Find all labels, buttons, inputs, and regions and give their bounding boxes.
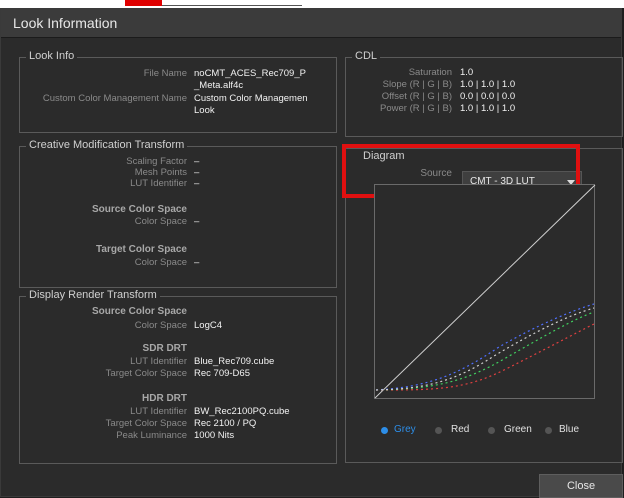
drt-title: Display Render Transform [26,289,160,301]
cdl-title: CDL [352,50,381,62]
offset-label: Offset (R | G | B) [381,91,452,102]
peak-luminance-label: Peak Luminance [116,430,187,441]
sdr-lut-label: LUT Identifier [130,356,187,367]
close-button[interactable]: Close [539,474,623,498]
cmt-target-heading: Target Color Space [96,244,187,255]
offset-value: 0.0 | 0.0 | 0.0 [460,91,516,102]
title-bar: Look Information [1,9,621,38]
hdr-target-value: Rec 2100 / PQ [194,418,257,429]
look-info-title: Look Info [26,50,78,62]
lut-identifier-value: – [194,178,200,189]
cmt-title: Creative Modification Transform [26,139,188,151]
drt-source-cs-value: LogC4 [194,320,222,331]
mesh-points-value: – [194,167,200,178]
hdr-target-label: Target Color Space [105,418,187,429]
cmt-source-cs-value: – [194,216,200,227]
drt-source-heading: Source Color Space [91,306,187,317]
file-name-label: File Name [143,68,187,79]
sdr-lut-value: Blue_Rec709.cube [194,356,275,367]
hdr-drt-heading: HDR DRT [142,393,187,404]
cmt-target-cs-label: Color Space [134,257,187,268]
ccm-value: Custom Color Managemen [194,93,308,104]
peak-luminance-value: 1000 Nits [194,430,235,441]
top-strip [0,0,624,8]
radio-grey-label: Grey [394,424,416,435]
slope-label: Slope (R | G | B) [382,79,452,90]
power-value: 1.0 | 1.0 | 1.0 [460,103,516,114]
ccm-value-cont: Look [194,105,215,116]
slope-value: 1.0 | 1.0 | 1.0 [460,79,516,90]
power-label: Power (R | G | B) [380,103,452,114]
hdr-lut-label: LUT Identifier [130,406,187,417]
radio-red-label: Red [451,424,470,435]
file-name-value: noCMT_ACES_Rec709_P [194,68,306,79]
radio-grey[interactable] [381,427,388,434]
red-marker [125,0,162,6]
saturation-label: Saturation [408,67,452,78]
cmt-target-cs-value: – [194,257,200,268]
hdr-lut-value: BW_Rec2100PQ.cube [194,406,290,417]
radio-green[interactable] [488,427,495,434]
underline [162,5,302,6]
sdr-target-value: Rec 709-D65 [194,368,250,379]
mesh-points-label: Mesh Points [134,167,187,178]
drt-source-cs-label: Color Space [134,320,187,331]
sdr-target-label: Target Color Space [105,368,187,379]
curve-plot [374,184,596,399]
scaling-factor-value: – [194,156,200,167]
look-information-dialog: Look Information Look Info File Name noC… [0,8,623,498]
saturation-value: 1.0 [460,67,474,78]
lut-identifier-label: LUT Identifier [130,178,187,189]
ccm-label: Custom Color Management Name [42,93,187,104]
radio-blue-label: Blue [559,424,580,435]
cmt-source-heading: Source Color Space [91,204,187,215]
cmt-source-cs-label: Color Space [134,216,187,227]
radio-blue[interactable] [545,427,552,434]
radio-green-label: Green [504,424,532,435]
radio-red[interactable] [435,427,442,434]
file-name-value-cont: _Meta.alf4c [194,80,244,91]
window-title: Look Information [13,15,118,31]
sdr-drt-heading: SDR DRT [142,343,187,354]
scaling-factor-label: Scaling Factor [126,156,187,167]
